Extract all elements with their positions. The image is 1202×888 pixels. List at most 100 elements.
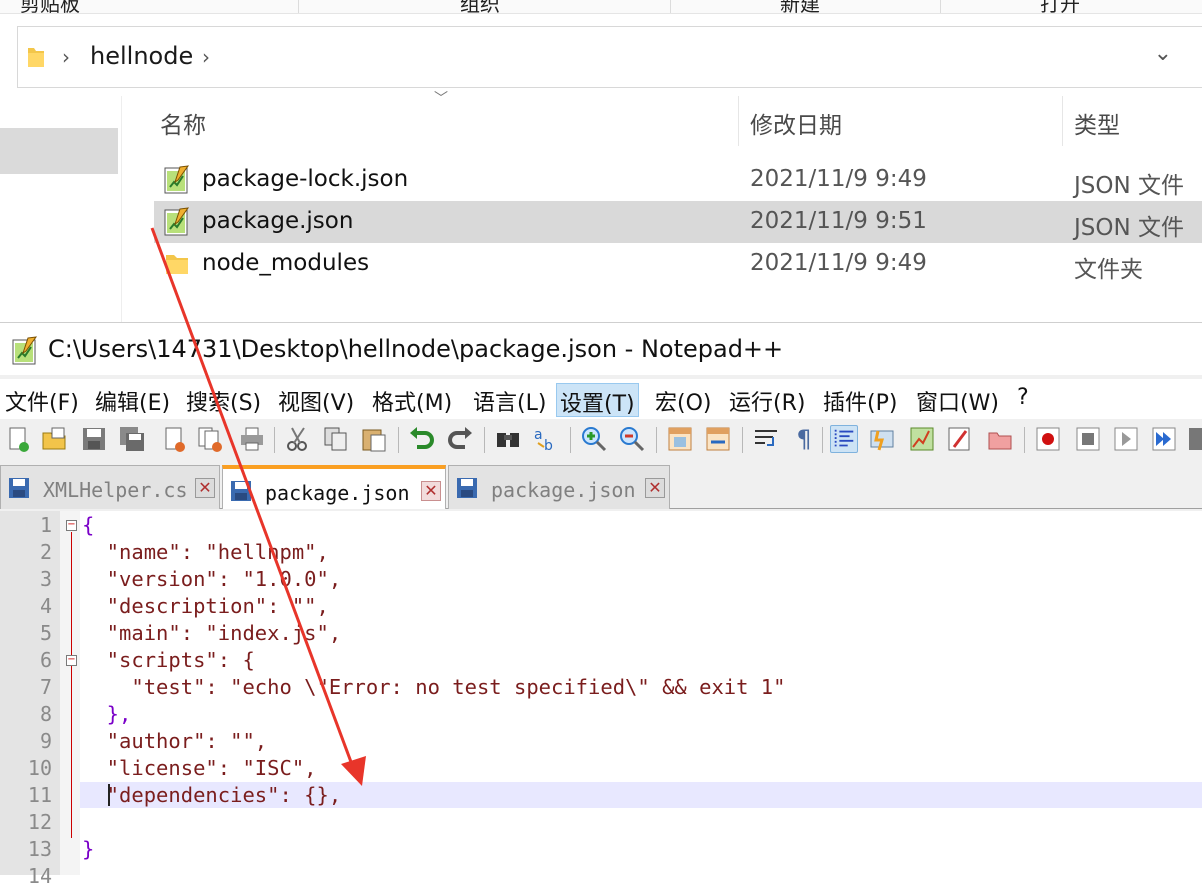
file-name: node_modules bbox=[202, 250, 370, 276]
ribbon-divider bbox=[670, 0, 671, 13]
line-number: 6 bbox=[39, 648, 52, 672]
print-icon[interactable] bbox=[238, 425, 266, 453]
column-header-type[interactable]: 类型 bbox=[1074, 106, 1120, 140]
menu-macro[interactable]: 宏(O) bbox=[652, 383, 714, 417]
code-line: { bbox=[82, 513, 95, 537]
menu-settings[interactable]: 设置(T) bbox=[556, 383, 639, 417]
tab-package-json-active[interactable]: package.json ✕ bbox=[222, 465, 446, 509]
file-name: package.json bbox=[202, 208, 354, 234]
new-file-icon[interactable] bbox=[4, 425, 32, 453]
folder-icon bbox=[28, 48, 44, 67]
stop-macro-icon[interactable] bbox=[1074, 425, 1102, 453]
ribbon-group-clipboard: 剪贴板 bbox=[20, 0, 80, 14]
line-number: 4 bbox=[39, 594, 52, 618]
indent-guide-icon[interactable] bbox=[830, 425, 858, 453]
fold-margin bbox=[60, 511, 80, 875]
tab-package-json[interactable]: package.json ✕ bbox=[448, 465, 670, 509]
column-divider[interactable] bbox=[1062, 96, 1063, 146]
menu-search[interactable]: 搜索(S) bbox=[183, 383, 264, 417]
address-bar[interactable]: › hellnode › ⌄ bbox=[17, 26, 1202, 88]
fold-collapse-icon[interactable]: − bbox=[66, 655, 77, 666]
word-wrap-icon[interactable] bbox=[752, 425, 780, 453]
saved-file-icon bbox=[231, 481, 251, 501]
save-macro-icon[interactable] bbox=[1186, 425, 1202, 453]
zoom-in-icon[interactable] bbox=[580, 425, 608, 453]
chevron-right-icon[interactable]: › bbox=[62, 45, 70, 69]
code-line: } bbox=[82, 837, 95, 861]
fold-collapse-icon[interactable]: − bbox=[66, 520, 77, 531]
column-header-modified[interactable]: 修改日期 bbox=[750, 106, 842, 140]
folder-as-workspace-icon[interactable] bbox=[986, 425, 1014, 453]
save-all-icon[interactable] bbox=[118, 425, 146, 453]
code-line: "author": "", bbox=[82, 729, 268, 753]
line-number-current: 11 bbox=[27, 783, 52, 807]
menu-plugins[interactable]: 插件(P) bbox=[820, 383, 900, 417]
chevron-right-icon[interactable]: › bbox=[202, 45, 210, 69]
toolbar-divider bbox=[484, 427, 485, 453]
notepadpp-window: C:\Users\14731\Desktop\hellnode\package.… bbox=[0, 322, 1202, 888]
sync-horizontal-icon[interactable] bbox=[704, 425, 732, 453]
window-title: C:\Users\14731\Desktop\hellnode\package.… bbox=[48, 335, 784, 363]
close-tab-icon[interactable]: ✕ bbox=[645, 478, 665, 498]
undo-icon[interactable] bbox=[408, 425, 436, 453]
chevron-down-icon[interactable]: ⌄ bbox=[1154, 41, 1172, 66]
open-file-icon[interactable] bbox=[40, 425, 68, 453]
copy-icon[interactable] bbox=[322, 425, 350, 453]
menu-format[interactable]: 格式(M) bbox=[369, 383, 455, 417]
menu-run[interactable]: 运行(R) bbox=[726, 383, 808, 417]
file-row[interactable]: package-lock.json 2021/11/9 9:49 JSON 文件 bbox=[154, 159, 1202, 201]
ribbon-group-labels: 剪贴板 组织 新建 打开 bbox=[0, 0, 1202, 14]
menu-help[interactable]: ? bbox=[1014, 383, 1032, 417]
play-macro-icon[interactable] bbox=[1112, 425, 1140, 453]
redo-icon[interactable] bbox=[446, 425, 474, 453]
tab-bar: XMLHelper.cs ✕ package.json ✕ package.js… bbox=[0, 465, 1202, 509]
close-tab-icon[interactable]: ✕ bbox=[195, 478, 215, 498]
menu-file[interactable]: 文件(F) bbox=[2, 383, 82, 417]
tab-label: package.json bbox=[491, 478, 636, 502]
file-row-selected[interactable]: package.json 2021/11/9 9:51 JSON 文件 bbox=[154, 201, 1202, 243]
paste-icon[interactable] bbox=[360, 425, 388, 453]
navigation-pane bbox=[0, 96, 122, 322]
menu-window[interactable]: 窗口(W) bbox=[913, 383, 1002, 417]
document-map-icon[interactable] bbox=[908, 425, 936, 453]
zoom-out-icon[interactable] bbox=[618, 425, 646, 453]
sync-vertical-icon[interactable] bbox=[666, 425, 694, 453]
code-line: "test": "echo \"Error: no test specified… bbox=[82, 675, 786, 699]
toolbar-divider bbox=[822, 427, 823, 453]
notepadpp-file-icon bbox=[164, 165, 190, 194]
run-macro-multiple-icon[interactable] bbox=[1150, 425, 1178, 453]
ribbon-divider bbox=[940, 0, 941, 13]
toolbar-divider bbox=[570, 427, 571, 453]
line-number: 7 bbox=[39, 675, 52, 699]
close-tab-icon[interactable]: ✕ bbox=[421, 481, 441, 501]
tab-xmlhelper[interactable]: XMLHelper.cs ✕ bbox=[0, 465, 220, 509]
show-all-chars-icon[interactable]: ¶ bbox=[790, 425, 818, 453]
file-modified: 2021/11/9 9:49 bbox=[750, 250, 927, 276]
close-file-icon[interactable] bbox=[160, 425, 188, 453]
code-line: "description": "", bbox=[82, 594, 329, 618]
breadcrumb-folder[interactable]: hellnode bbox=[90, 42, 193, 70]
toolbar-divider bbox=[398, 427, 399, 453]
record-macro-icon[interactable] bbox=[1034, 425, 1062, 453]
close-all-icon[interactable] bbox=[196, 425, 224, 453]
code-editor[interactable]: 1 2 3 4 5 6 7 8 9 10 11 12 13 14 − − { "… bbox=[0, 511, 1202, 888]
define-language-icon[interactable] bbox=[868, 425, 896, 453]
column-header-name[interactable]: 名称 bbox=[160, 106, 206, 140]
menu-language[interactable]: 语言(L) bbox=[470, 383, 549, 417]
text-caret bbox=[108, 784, 110, 806]
line-number: 9 bbox=[39, 729, 52, 753]
nav-item-selected[interactable] bbox=[0, 128, 118, 174]
title-bar[interactable]: C:\Users\14731\Desktop\hellnode\package.… bbox=[0, 323, 1202, 375]
menu-view[interactable]: 视图(V) bbox=[275, 383, 357, 417]
menu-edit[interactable]: 编辑(E) bbox=[92, 383, 173, 417]
replace-icon[interactable]: ab bbox=[532, 425, 560, 453]
file-row[interactable]: node_modules 2021/11/9 9:49 文件夹 bbox=[154, 243, 1202, 285]
toolbar-divider bbox=[274, 427, 275, 453]
save-icon[interactable] bbox=[80, 425, 108, 453]
find-icon[interactable] bbox=[494, 425, 522, 453]
file-type: 文件夹 bbox=[1074, 257, 1143, 283]
function-list-icon[interactable] bbox=[946, 425, 974, 453]
cut-icon[interactable] bbox=[284, 425, 312, 453]
column-divider[interactable] bbox=[738, 96, 739, 146]
toolbar-divider bbox=[1024, 427, 1025, 453]
